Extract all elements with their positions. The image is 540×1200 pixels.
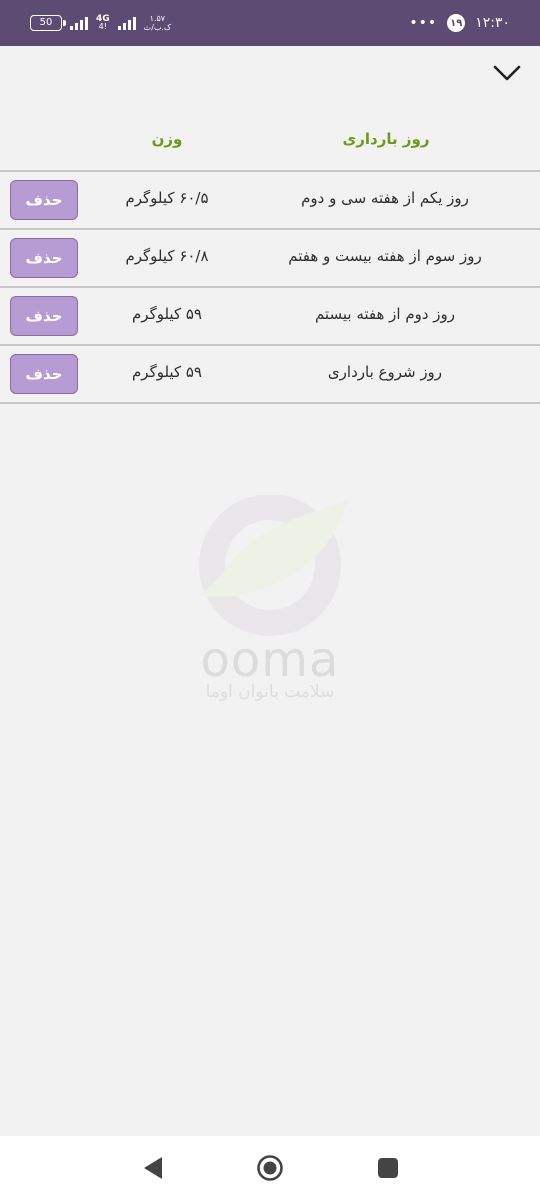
recent-square-icon[interactable] xyxy=(376,1156,400,1180)
signal-icon-2 xyxy=(117,16,136,30)
more-notifications-icon: ••• xyxy=(409,15,438,31)
battery-icon: 50 xyxy=(30,15,66,31)
system-nav-bar xyxy=(0,1136,540,1200)
row-weight: ۶۰/۵ کیلوگرم xyxy=(125,189,209,207)
network-sub-label: 4! xyxy=(98,22,107,31)
table-header: روز بارداری وزن xyxy=(0,120,540,164)
table-row: روز شروع بارداری ۵۹ کیلوگرم حذف xyxy=(0,344,540,404)
battery-level: 50 xyxy=(39,17,53,28)
watermark-brand: ooma xyxy=(200,632,340,688)
network-type: 4G 4! xyxy=(96,15,110,31)
row-weight: ۶۰/۸ کیلوگرم xyxy=(125,247,209,265)
delete-button[interactable]: حذف xyxy=(10,238,78,278)
table-row: روز یکم از هفته سی و دوم ۶۰/۵ کیلوگرم حذ… xyxy=(0,170,540,228)
row-weight: ۵۹ کیلوگرم xyxy=(132,363,202,381)
delete-button[interactable]: حذف xyxy=(10,180,78,220)
row-weight: ۵۹ کیلوگرم xyxy=(132,305,202,323)
delete-button[interactable]: حذف xyxy=(10,354,78,394)
network-speed: ۱.۵۷ ک.ب/ث xyxy=(144,14,171,32)
weight-list: روز یکم از هفته سی و دوم ۶۰/۵ کیلوگرم حذ… xyxy=(0,170,540,404)
row-day: روز سوم از هفته بیست و هفتم xyxy=(288,247,482,265)
table-row: روز سوم از هفته بیست و هفتم ۶۰/۸ کیلوگرم… xyxy=(0,228,540,286)
header-weight: وزن xyxy=(151,130,183,148)
speed-unit: ک.ب/ث xyxy=(143,23,172,32)
clock: ۱۲:۳۰ xyxy=(475,15,510,31)
signal-icon xyxy=(70,16,88,30)
table-row: روز دوم از هفته بیستم ۵۹ کیلوگرم حذف xyxy=(0,286,540,344)
row-day: روز شروع بارداری xyxy=(327,363,443,381)
delete-button[interactable]: حذف xyxy=(10,296,78,336)
row-day: روز دوم از هفته بیستم xyxy=(314,305,456,323)
back-triangle-icon[interactable] xyxy=(140,1154,166,1182)
status-bar: 50 4G 4! ۱.۵۷ ک.ب/ث ••• ۱۹ ۱۲:۳۰ xyxy=(0,0,540,46)
row-day: روز یکم از هفته سی و دوم xyxy=(301,189,469,207)
watermark-tagline: سلامت بانوان اوما xyxy=(205,682,335,702)
speed-value: ۱.۵۷ xyxy=(149,14,166,23)
status-left: 50 4G 4! ۱.۵۷ ک.ب/ث xyxy=(30,12,171,34)
home-circle-icon[interactable] xyxy=(256,1154,284,1182)
header-pregnancy-day: روز بارداری xyxy=(342,130,430,148)
status-right: ••• ۱۹ ۱۲:۳۰ xyxy=(409,12,510,34)
notification-badge: ۱۹ xyxy=(447,14,466,32)
chevron-down-icon[interactable] xyxy=(492,60,522,86)
